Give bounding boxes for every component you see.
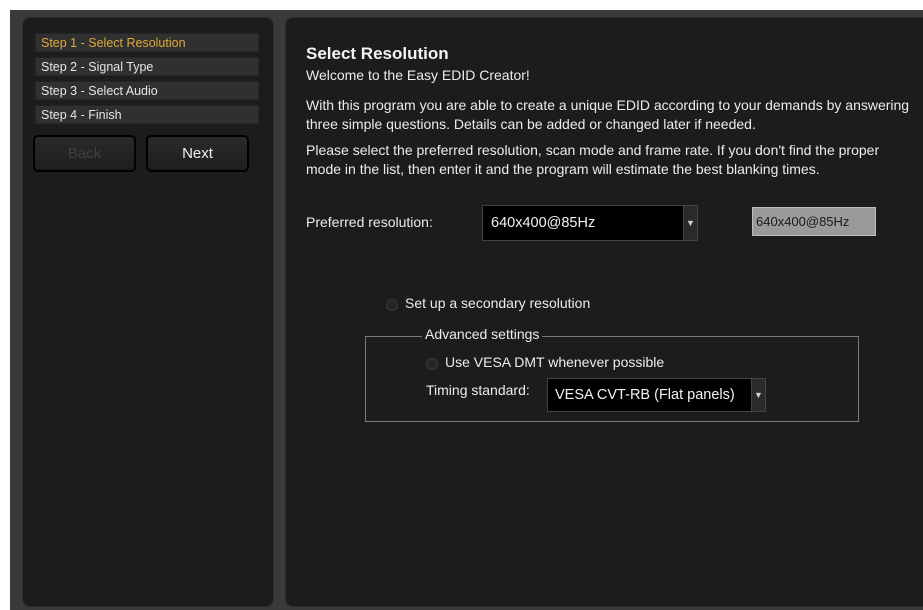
welcome-text: Welcome to the Easy EDID Creator! xyxy=(306,67,530,83)
step-select-audio[interactable]: Step 3 - Select Audio xyxy=(35,81,259,100)
vesa-dmt-radio[interactable] xyxy=(426,358,438,370)
resolution-text-input[interactable]: 640x400@85Hz xyxy=(752,207,876,236)
chevron-down-icon: ▼ xyxy=(683,206,697,240)
timing-standard-value: VESA CVT-RB (Flat panels) xyxy=(555,387,735,403)
page-title: Select Resolution xyxy=(306,44,449,63)
instructions-text: Please select the preferred resolution, … xyxy=(306,142,880,177)
step-select-resolution[interactable]: Step 1 - Select Resolution xyxy=(35,33,259,52)
timing-standard-label: Timing standard: xyxy=(426,382,530,398)
preferred-resolution-select[interactable]: 640x400@85Hz ▼ xyxy=(482,205,698,241)
steps-panel: Step 1 - Select Resolution Step 2 - Sign… xyxy=(22,17,274,607)
content-panel: Select Resolution Welcome to the Easy ED… xyxy=(285,17,923,607)
vesa-dmt-label: Use VESA DMT whenever possible xyxy=(445,354,665,370)
chevron-down-icon: ▼ xyxy=(751,379,765,411)
back-button[interactable]: Back xyxy=(33,135,136,172)
intro-text: With this program you are able to create… xyxy=(306,97,910,132)
secondary-resolution-radio[interactable] xyxy=(386,299,398,311)
preferred-resolution-label: Preferred resolution: xyxy=(306,214,433,230)
preferred-resolution-value: 640x400@85Hz xyxy=(491,215,596,231)
next-button[interactable]: Next xyxy=(146,135,249,172)
step-signal-type[interactable]: Step 2 - Signal Type xyxy=(35,57,259,76)
step-finish[interactable]: Step 4 - Finish xyxy=(35,105,259,124)
advanced-settings-title: Advanced settings xyxy=(422,326,543,342)
timing-standard-select[interactable]: VESA CVT-RB (Flat panels) ▼ xyxy=(547,378,766,412)
secondary-resolution-label: Set up a secondary resolution xyxy=(405,295,591,311)
